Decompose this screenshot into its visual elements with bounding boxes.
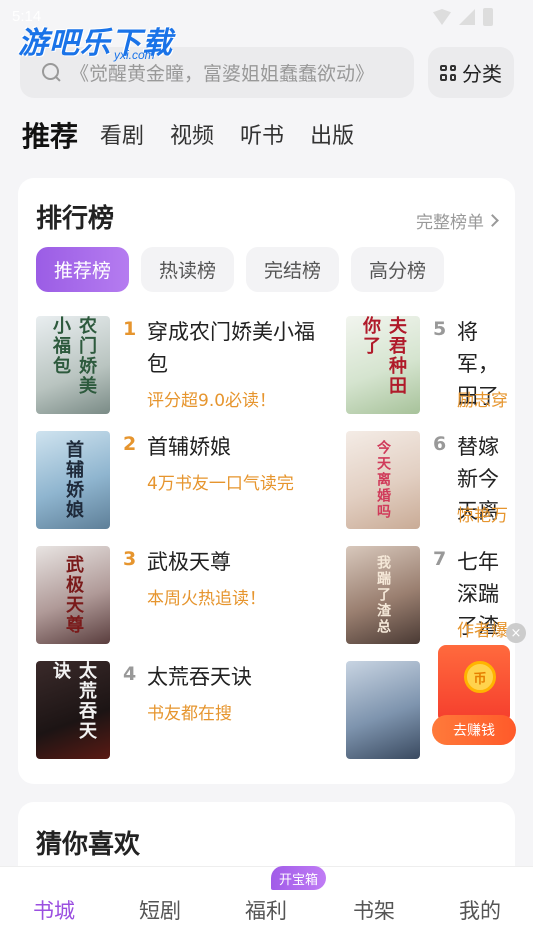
- coin-icon: 币: [464, 661, 496, 693]
- book-cover: 首辅娇娘: [36, 431, 110, 529]
- book-tag: 书友都在搜: [147, 704, 232, 724]
- cellular-icon: [459, 9, 475, 25]
- guess-title: 猜你喜欢: [36, 830, 141, 860]
- book-cover: 武极天尊: [36, 546, 110, 644]
- ranking-tab-finished[interactable]: 完结榜: [246, 247, 340, 292]
- nav-bookshelf[interactable]: 书架: [334, 895, 414, 925]
- rank-number: 6: [433, 433, 447, 455]
- book-tag: 4万书友一口气读完: [147, 474, 294, 494]
- grid-icon: [440, 64, 456, 81]
- search-icon: [42, 62, 62, 83]
- book-item[interactable]: 夫君种田你了 5 将军，田了 励志穿: [346, 316, 515, 416]
- book-cover: 我踹了渣总: [346, 546, 420, 644]
- bottom-nav: 书城 短剧 福利 书架 我的: [0, 866, 533, 948]
- book-item[interactable]: 我踹了渣总 7 七年深踹了渣 作者爆: [346, 546, 515, 646]
- ranking-tab-recommend[interactable]: 推荐榜: [36, 247, 130, 292]
- tab-drama[interactable]: 看剧: [100, 118, 144, 156]
- book-title: 武极天尊: [147, 550, 231, 574]
- earn-money-button[interactable]: 去赚钱: [432, 715, 516, 745]
- ranking-tab-high-score[interactable]: 高分榜: [351, 247, 445, 292]
- book-cover: 农门娇美小福包: [36, 316, 110, 414]
- ranking-tabs: 推荐榜 热读榜 完结榜 高分榜: [36, 247, 445, 292]
- category-button[interactable]: 分类: [428, 47, 514, 98]
- cover-title: 太荒吞天诀: [50, 661, 97, 741]
- watermark-logo: 游吧乐下载 yxi.com: [18, 18, 173, 62]
- cover-title: 我踹了渣总: [375, 555, 391, 635]
- cover-title: 夫君种田你了: [360, 316, 407, 396]
- rank-number: 7: [433, 548, 447, 570]
- rank-number: 4: [123, 663, 137, 685]
- full-ranking-link[interactable]: 完整榜单: [416, 208, 499, 233]
- book-cover: 今天离婚吗: [346, 431, 420, 529]
- nav-bookstore[interactable]: 书城: [14, 895, 94, 925]
- tab-recommend[interactable]: 推荐: [22, 118, 78, 156]
- ranking-title: 排行榜: [36, 204, 115, 234]
- book-cover: 夫君种田你了: [346, 316, 420, 414]
- tab-video[interactable]: 视频: [170, 118, 214, 156]
- status-icons: [433, 8, 493, 26]
- cover-title: 农门娇美小福包: [50, 316, 97, 396]
- book-tag: 惊艳万: [457, 506, 508, 526]
- book-tag: 本周火热追读！: [147, 589, 266, 609]
- book-item[interactable]: 太荒吞天诀 4 太荒吞天诀 书友都在搜: [36, 661, 336, 761]
- book-tag: 作者爆: [457, 621, 508, 641]
- rank-number: 3: [123, 548, 137, 570]
- tab-publish[interactable]: 出版: [310, 118, 354, 156]
- full-ranking-label: 完整榜单: [416, 213, 484, 233]
- book-item[interactable]: 首辅娇娘 2 首辅娇娘 4万书友一口气读完: [36, 431, 336, 531]
- book-title: 首辅娇娘: [147, 435, 231, 459]
- rank-number: 1: [123, 318, 137, 340]
- chevron-right-icon: [486, 214, 499, 227]
- book-title: 太荒吞天诀: [147, 665, 252, 689]
- nav-welfare[interactable]: 福利: [226, 895, 306, 925]
- rank-number: 5: [433, 318, 447, 340]
- cover-title: 武极天尊: [63, 555, 84, 635]
- ranking-tab-hot[interactable]: 热读榜: [141, 247, 235, 292]
- top-tabs: 推荐 看剧 视频 听书 出版: [22, 118, 380, 156]
- cover-title: 首辅娇娘: [63, 440, 84, 520]
- category-label: 分类: [462, 62, 502, 86]
- book-cover: [346, 661, 420, 759]
- red-envelope-icon: 币: [438, 645, 510, 723]
- nav-short-drama[interactable]: 短剧: [120, 895, 200, 925]
- wifi-icon: [433, 9, 451, 25]
- treasure-box-badge[interactable]: 开宝箱: [271, 866, 327, 890]
- tab-audiobook[interactable]: 听书: [240, 118, 284, 156]
- watermark-sub: yxi.com: [114, 48, 155, 62]
- book-tag: 评分超9.0必读！: [147, 391, 277, 411]
- book-item[interactable]: 武极天尊 3 武极天尊 本周火热追读！: [36, 546, 336, 646]
- close-icon[interactable]: ×: [506, 623, 526, 643]
- nav-mine[interactable]: 我的: [440, 895, 520, 925]
- book-item[interactable]: 农门娇美小福包 1 穿成农门娇美小福包 评分超9.0必读！: [36, 316, 336, 416]
- rank-number: 2: [123, 433, 137, 455]
- book-tag: 励志穿: [457, 391, 508, 411]
- cover-title: 今天离婚吗: [375, 440, 391, 520]
- book-item[interactable]: 今天离婚吗 6 替嫁新今天离 惊艳万: [346, 431, 515, 531]
- book-cover: 太荒吞天诀: [36, 661, 110, 759]
- search-placeholder: 《觉醒黄金瞳，富婆姐姐蠢蠢欲动》: [70, 63, 375, 85]
- book-title: 穿成农门娇美小福包: [147, 320, 315, 376]
- earn-money-float[interactable]: × 币 去赚钱: [432, 623, 526, 745]
- battery-icon: [483, 8, 493, 26]
